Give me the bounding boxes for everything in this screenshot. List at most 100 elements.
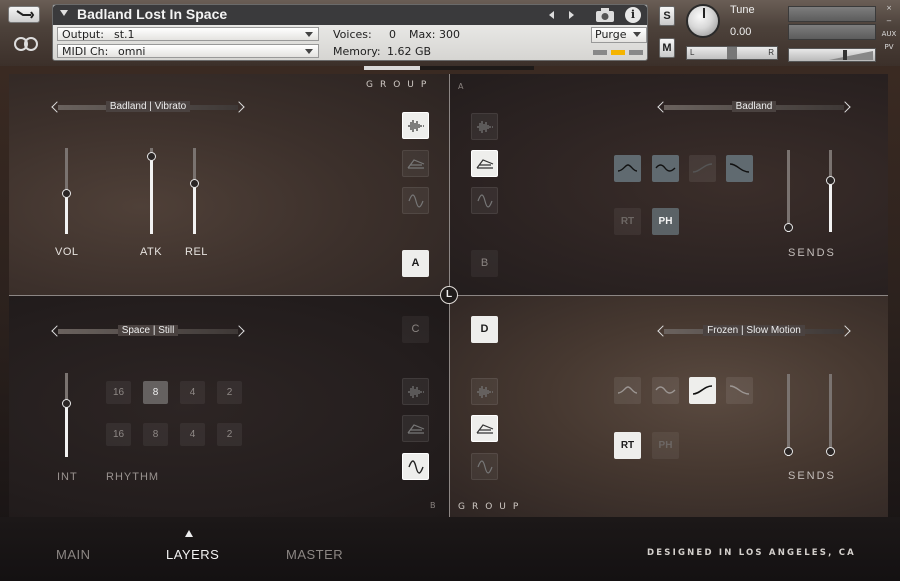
collapse-icon[interactable]	[60, 10, 68, 16]
output-select[interactable]: Output: st.1	[57, 27, 319, 41]
rhythm-2-8[interactable]: 8	[143, 423, 168, 446]
lfo-button[interactable]	[471, 187, 498, 214]
pan-right-label: R	[768, 48, 774, 57]
filter-shape-3[interactable]	[689, 377, 716, 404]
group-d-button[interactable]: D	[471, 316, 498, 343]
waveform-button[interactable]	[402, 112, 429, 139]
tune-section: Tune 0.00 L R	[686, 2, 778, 62]
chevron-down-icon	[633, 32, 641, 37]
envelope-icon	[407, 159, 425, 169]
filter-shape-3[interactable]	[689, 155, 716, 182]
active-tab-indicator-icon	[185, 530, 193, 537]
waveform-button[interactable]	[471, 113, 498, 140]
send-2-slider[interactable]	[826, 374, 835, 456]
envelope-button[interactable]	[471, 150, 498, 177]
ph-button[interactable]: PH	[652, 432, 679, 459]
info-icon[interactable]: i	[625, 7, 641, 23]
group-letter-b: B	[430, 501, 436, 510]
preset-name: Frozen | Slow Motion	[703, 325, 805, 336]
tab-main[interactable]: MAIN	[56, 547, 91, 562]
waveform-button[interactable]	[402, 378, 429, 405]
envelope-button[interactable]	[402, 150, 429, 177]
rt-button[interactable]: RT	[614, 208, 641, 235]
rel-slider[interactable]	[190, 148, 199, 234]
filter-shape-4[interactable]	[726, 377, 753, 404]
pv-button[interactable]: PV	[880, 41, 898, 54]
rhythm-2-16[interactable]: 16	[106, 423, 131, 446]
solo-button[interactable]: S	[659, 6, 675, 26]
midi-channel-select[interactable]: MIDI Ch: omni	[57, 44, 319, 58]
group-a-button[interactable]: A	[402, 250, 429, 277]
rhythm-1-4[interactable]: 4	[180, 381, 205, 404]
waveform-button[interactable]	[471, 378, 498, 405]
link-center-button[interactable]: L	[440, 286, 458, 304]
rhythm-1-16[interactable]: 16	[106, 381, 131, 404]
pan-slider[interactable]: L R	[686, 46, 778, 60]
envelope-button[interactable]	[471, 415, 498, 442]
atk-slider[interactable]	[147, 148, 156, 234]
chevron-down-icon	[305, 32, 313, 37]
filter-shape-1[interactable]	[614, 377, 641, 404]
purge-label: Purge	[595, 28, 627, 41]
instrument-header: Badland Lost In Space i Output: st.1 Voi…	[52, 4, 648, 61]
send-1-slider[interactable]	[784, 374, 793, 456]
wrench-icon[interactable]	[8, 6, 40, 23]
group-c-button[interactable]: C	[402, 316, 429, 343]
group-a-panel: GROUP Badland | Vibrato VOL ATK REL A	[9, 74, 449, 295]
prev-instrument-icon[interactable]	[549, 11, 554, 19]
lfo-button[interactable]	[402, 453, 429, 480]
tab-master[interactable]: MASTER	[286, 547, 343, 562]
aux-button[interactable]: AUX	[880, 28, 898, 41]
preset-selector-a[interactable]: Badland | Vibrato	[50, 100, 246, 114]
filter-shape-4[interactable]	[726, 155, 753, 182]
sine-wave-icon	[477, 194, 493, 208]
purge-select[interactable]: Purge	[591, 27, 647, 43]
page-indicator	[364, 66, 534, 70]
filter-shape-2[interactable]	[652, 377, 679, 404]
lfo-button[interactable]	[471, 453, 498, 480]
filter-shape-2[interactable]	[652, 155, 679, 182]
rel-label: REL	[185, 246, 208, 258]
kontakt-header: Badland Lost In Space i Output: st.1 Voi…	[0, 0, 900, 66]
instrument-title[interactable]: Badland Lost In Space	[77, 6, 227, 22]
wave-shape-icon	[655, 386, 676, 394]
max-value[interactable]: 300	[439, 28, 460, 41]
tune-value[interactable]: 0.00	[730, 26, 751, 38]
output-label: Output:	[62, 28, 104, 41]
filter-shape-1[interactable]	[614, 155, 641, 182]
purge-led	[593, 50, 607, 55]
voices-label: Voices:	[333, 28, 372, 41]
rhythm-2-4[interactable]: 4	[180, 423, 205, 446]
window-buttons: × − AUX PV	[880, 2, 898, 54]
lfo-button[interactable]	[402, 187, 429, 214]
send-1-slider[interactable]	[784, 150, 793, 232]
group-b-button[interactable]: B	[471, 250, 498, 277]
close-icon[interactable]: ×	[880, 2, 898, 15]
tune-knob[interactable]	[686, 4, 720, 38]
preset-selector-d[interactable]: Frozen | Slow Motion	[656, 324, 852, 338]
midi-value: omni	[118, 45, 146, 58]
link-icon[interactable]	[11, 36, 43, 52]
pan-handle[interactable]	[727, 47, 737, 59]
preset-selector-c[interactable]: Space | Still	[50, 324, 246, 338]
volume-slider[interactable]	[788, 48, 876, 62]
preset-selector-b[interactable]: Badland	[656, 100, 852, 114]
rhythm-1-8[interactable]: 8	[143, 381, 168, 404]
fall-shape-icon	[729, 163, 750, 173]
minimize-icon[interactable]: −	[880, 15, 898, 28]
rhythm-2-2[interactable]: 2	[217, 423, 242, 446]
vol-slider[interactable]	[62, 148, 71, 234]
envelope-button[interactable]	[402, 415, 429, 442]
mute-button[interactable]: M	[659, 38, 675, 58]
tab-layers[interactable]: LAYERS	[166, 547, 219, 562]
ph-button[interactable]: PH	[652, 208, 679, 235]
send-2-slider[interactable]	[826, 150, 835, 232]
next-instrument-icon[interactable]	[569, 11, 574, 19]
int-slider[interactable]	[62, 373, 71, 457]
rt-button[interactable]: RT	[614, 432, 641, 459]
camera-icon[interactable]	[593, 6, 617, 24]
rise-shape-icon	[692, 385, 713, 395]
rhythm-1-2[interactable]: 2	[217, 381, 242, 404]
envelope-icon	[476, 159, 494, 169]
preset-name: Badland	[731, 101, 777, 112]
